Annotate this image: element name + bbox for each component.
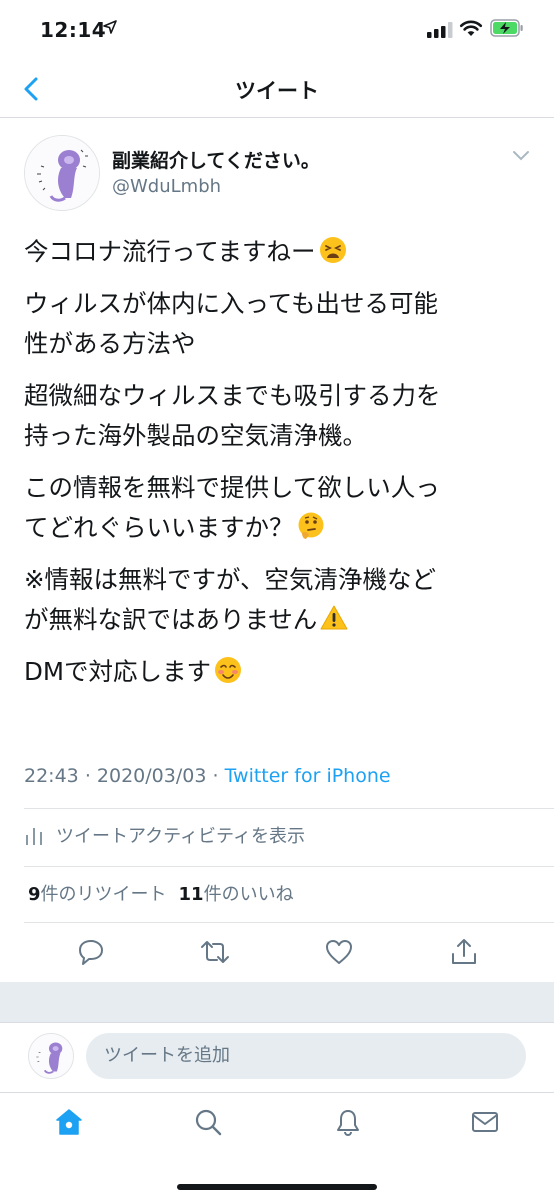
retweet-stat[interactable]: 9件のリツイート <box>28 884 167 905</box>
divider <box>24 808 554 809</box>
tweet-activity-link[interactable]: ツイートアクティビティを表示 <box>24 822 305 848</box>
tired-face-emoji-icon <box>319 237 346 263</box>
tweet-paragraph: この情報を無料で提供して欲しい人っ てどれぐらいいますか？ <box>24 468 534 548</box>
cellular-signal-icon <box>427 22 453 38</box>
reply-avatar[interactable] <box>28 1033 74 1079</box>
avatar-illustration-icon <box>25 136 99 210</box>
smiling-face-emoji-icon <box>215 657 242 683</box>
retweet-count: 9 <box>28 884 41 905</box>
tweet-timestamp: 22:43 · 2020/03/03 · Twitter for iPhone <box>24 765 391 787</box>
tweet-paragraph-text: DMで対応します <box>24 657 212 686</box>
retweet-icon[interactable] <box>200 937 230 967</box>
reply-icon[interactable] <box>76 937 106 967</box>
tweet-paragraph-text: ※情報は無料ですが、空気清浄機など が無料な訳ではありません <box>24 565 437 634</box>
share-icon[interactable] <box>449 937 479 967</box>
tweet-stats: 9件のリツイート 11件のいいね <box>28 880 294 906</box>
tweet-paragraph: 今コロナ流行ってますねー <box>24 232 534 272</box>
reply-input[interactable]: ツイートを追加 <box>86 1033 526 1079</box>
thinking-face-emoji-icon <box>298 512 323 539</box>
display-name[interactable]: 副業紹介してください。 <box>112 146 320 173</box>
meta-separator: · <box>212 765 219 787</box>
status-time: 12:14 <box>40 18 107 42</box>
activity-label: ツイートアクティビティを表示 <box>56 826 305 847</box>
tweet-paragraph: ※情報は無料ですが、空気清浄機など が無料な訳ではありません <box>24 560 534 640</box>
like-count: 11 <box>178 884 204 905</box>
warning-emoji-icon <box>320 605 348 630</box>
messages-envelope-icon[interactable] <box>470 1107 500 1137</box>
divider <box>24 922 554 923</box>
home-icon[interactable] <box>54 1107 84 1137</box>
tweet-text: 今コロナ流行ってますねー ウィルスが体内に入っても出せる可能 性がある方法や 超… <box>24 232 534 704</box>
like-stat[interactable]: 11件のいいね <box>179 884 294 905</box>
wifi-icon <box>459 20 483 36</box>
notifications-bell-icon[interactable] <box>333 1107 363 1137</box>
tweet-paragraph-text: この情報を無料で提供して欲しい人っ てどれぐらいいますか？ <box>24 473 440 542</box>
tweet-paragraph: DMで対応します <box>24 652 534 692</box>
tweet-time: 22:43 <box>24 765 79 787</box>
avatar-illustration-icon <box>29 1034 73 1078</box>
tweet-paragraph-text: 今コロナ流行ってますねー <box>24 237 316 266</box>
analytics-bars-icon <box>26 828 42 845</box>
nav-bar: ツイート <box>0 60 554 118</box>
like-label: 件のいいね <box>203 884 294 905</box>
tweet-source-link[interactable]: Twitter for iPhone <box>225 765 391 787</box>
reply-bar: ツイートを追加 <box>0 1022 554 1088</box>
like-heart-icon[interactable] <box>324 937 354 967</box>
page-title: ツイート <box>235 79 319 103</box>
home-indicator <box>177 1184 377 1190</box>
avatar[interactable] <box>24 135 100 211</box>
meta-separator: · <box>84 765 91 787</box>
section-separator <box>0 982 554 1022</box>
location-arrow-icon <box>103 20 117 34</box>
tweet-paragraph: ウィルスが体内に入っても出せる可能 性がある方法や <box>24 289 439 358</box>
tweet-date: 2020/03/03 <box>96 765 207 787</box>
chevron-down-icon[interactable] <box>512 150 530 162</box>
tweet-actions <box>0 935 554 975</box>
battery-charging-icon <box>490 19 523 37</box>
user-handle[interactable]: @WduLmbh <box>112 176 221 197</box>
retweet-label: 件のリツイート <box>40 884 167 905</box>
tab-bar <box>0 1092 554 1200</box>
search-icon[interactable] <box>193 1107 223 1137</box>
divider <box>24 866 554 867</box>
tweet-paragraph: 超微細なウィルスまでも吸引する力を 持った海外製品の空気清浄機。 <box>24 381 441 450</box>
status-bar: 12:14 <box>0 0 554 60</box>
